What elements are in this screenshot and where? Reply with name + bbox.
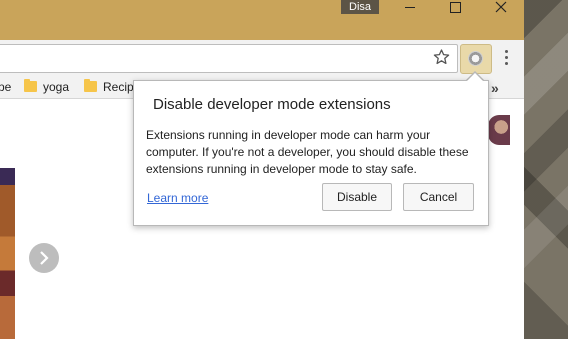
minimize-button[interactable]	[393, 0, 427, 16]
bookmarks-overflow-chevron[interactable]: »	[491, 80, 499, 96]
developer-mode-dialog: Disable developer mode extensions Extens…	[133, 80, 489, 226]
bookmark-folder-yoga[interactable]: yoga	[24, 79, 69, 95]
close-window-button[interactable]	[484, 0, 518, 16]
bookmark-star-icon[interactable]	[433, 49, 450, 65]
maximize-icon	[450, 2, 461, 13]
bookmark-folder-recipes[interactable]: Recipe	[84, 79, 140, 95]
desktop-background	[524, 0, 568, 339]
dialog-title: Disable developer mode extensions	[153, 96, 391, 113]
folder-icon	[24, 79, 37, 93]
title-bar: Disa	[0, 0, 524, 40]
maximize-button[interactable]	[438, 0, 472, 16]
carousel-next-button[interactable]	[29, 243, 59, 273]
popup-pointer-fill	[466, 73, 484, 82]
chevron-right-icon	[40, 251, 49, 265]
address-bar[interactable]	[0, 44, 458, 73]
folder-icon	[84, 79, 97, 93]
bookmark-partial[interactable]: pe	[0, 79, 11, 95]
page-image	[0, 168, 15, 339]
dialog-message: Extensions running in developer mode can…	[146, 128, 469, 176]
extension-icon[interactable]	[460, 44, 492, 74]
avatar[interactable]	[488, 115, 510, 145]
close-icon	[495, 1, 507, 13]
bookmark-label: yoga	[43, 80, 70, 94]
extension-badge-icon	[468, 51, 483, 66]
disable-button[interactable]: Disable	[322, 183, 392, 211]
titlebar-badge: Disa	[341, 0, 379, 14]
learn-more-link[interactable]: Learn more	[147, 191, 208, 205]
cancel-button[interactable]: Cancel	[403, 183, 474, 211]
chrome-menu-icon[interactable]	[500, 50, 512, 68]
minimize-icon	[405, 7, 415, 8]
